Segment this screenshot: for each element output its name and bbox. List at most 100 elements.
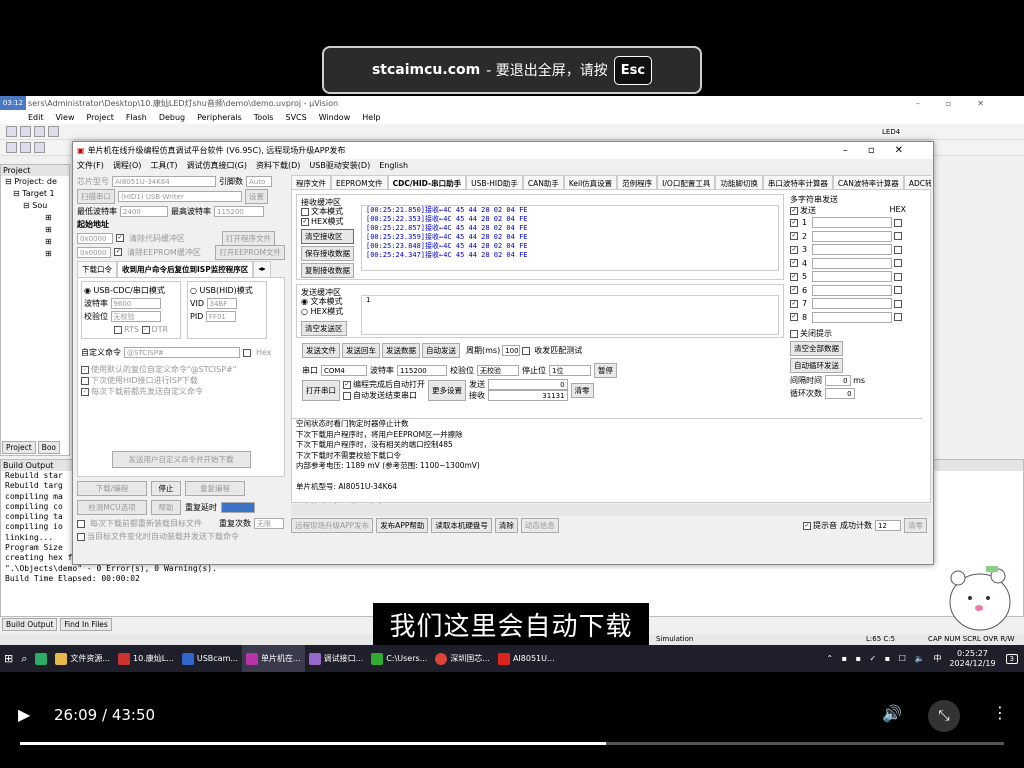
rx-hex-checkbox[interactable]: ✓ [301, 217, 309, 226]
multi-row-input[interactable] [812, 257, 892, 269]
tree-target[interactable]: ⊟ Target 1 [5, 188, 69, 200]
multi-row-checkbox[interactable]: ✓ [790, 286, 798, 295]
auto-send-button[interactable]: 自动发送 [422, 343, 460, 358]
tree-file[interactable]: ⊞ [5, 248, 69, 260]
multi-row-hex-checkbox[interactable] [894, 313, 902, 322]
taskbar-isp[interactable]: 单片机在... [242, 645, 305, 672]
option-checkbox[interactable] [81, 376, 89, 385]
start-button[interactable]: ⊞ [0, 645, 17, 672]
option-checkbox[interactable]: ✓ [81, 387, 89, 396]
taskbar-explorer[interactable]: 文件资源... [51, 645, 114, 672]
tab-scroll-arrows[interactable]: ◂▸ [253, 261, 271, 277]
menu-peripherals[interactable]: Peripherals [197, 113, 242, 122]
repeat-delay-select[interactable] [221, 502, 255, 513]
min-baud-select[interactable]: 2400 [120, 206, 168, 217]
search-icon[interactable]: ⌕ [17, 645, 31, 672]
multi-row-hex-checkbox[interactable] [894, 259, 902, 268]
multi-row-checkbox[interactable]: ✓ [790, 218, 798, 227]
menu-debug[interactable]: Debug [159, 113, 185, 122]
parity-select[interactable]: 无校验 [110, 311, 161, 322]
repeat-program-button[interactable]: 重复编程 [185, 481, 245, 496]
auto-close-checkbox[interactable] [343, 391, 351, 400]
multi-row-checkbox[interactable]: ✓ [790, 313, 798, 322]
taskbar-pdf[interactable]: AI8051U... [494, 645, 559, 672]
rx-clear-button[interactable]: 清空接收区 [301, 229, 354, 244]
multi-row-checkbox[interactable]: ✓ [790, 245, 798, 254]
multi-row-hex-checkbox[interactable] [894, 245, 902, 254]
rebuild-icon[interactable] [20, 142, 31, 153]
hid-mode-radio[interactable]: ○ [190, 286, 197, 295]
clear-counts-button[interactable]: 清零 [570, 382, 594, 398]
help-button[interactable]: 帮助 [151, 500, 181, 515]
send-custom-cmd-button[interactable]: 发送用户自定义命令并开始下载 [111, 451, 251, 468]
clear-all-button[interactable]: 清空全部数据 [790, 341, 843, 356]
multi-row-checkbox[interactable]: ✓ [790, 232, 798, 241]
ime-indicator[interactable]: 中 [933, 653, 941, 664]
isp-menu-usb-driver[interactable]: USB驱动安装(D) [309, 160, 370, 171]
match-checkbox[interactable] [522, 346, 531, 355]
cut-icon[interactable] [48, 126, 59, 137]
baud-select[interactable]: 9600 [110, 298, 161, 309]
port-setting-button[interactable]: 设置 [245, 189, 268, 204]
dynamic-info-button[interactable]: 动态信息 [520, 518, 559, 533]
open-file-icon[interactable] [20, 126, 31, 137]
pin-select[interactable]: Auto [246, 176, 272, 187]
eeprom-addr-input[interactable]: 0x0000 [77, 246, 112, 258]
clear-log-button[interactable]: 清除 [494, 518, 518, 533]
clear-eeprom-checkbox[interactable]: ✓ [114, 248, 123, 256]
period-input[interactable]: 100 [502, 345, 521, 356]
multi-row-input[interactable] [812, 217, 892, 229]
auto-load-checkbox[interactable] [77, 532, 85, 541]
auto-open-checkbox[interactable]: ✓ [343, 380, 351, 389]
tree-project[interactable]: ⊟ Project: de [5, 176, 69, 188]
download-program-button[interactable]: 下载/编程 [77, 481, 147, 496]
serial-parity-select[interactable]: 无校验 [477, 365, 519, 376]
send-file-button[interactable]: 发送文件 [302, 343, 340, 358]
vid-input[interactable]: 34BF [206, 298, 237, 309]
cdc-mode-radio[interactable]: ◉ [84, 286, 91, 295]
open-eeprom-button[interactable]: 打开EEPROM文件 [215, 244, 286, 260]
multi-row-hex-checkbox[interactable] [894, 272, 902, 281]
tab-reset-to-isp[interactable]: 收到用户命令后复位到ISP监控程序区 [117, 261, 254, 277]
code-addr-input[interactable]: 0x0000 [77, 232, 113, 244]
tx-text-radio[interactable]: ◉ [301, 297, 308, 306]
tree-file[interactable]: ⊞ [5, 212, 69, 224]
dtr-checkbox[interactable]: ✓ [141, 325, 150, 334]
menu-svcs[interactable]: SVCS [285, 113, 306, 122]
multi-row-input[interactable] [812, 271, 892, 283]
download-icon[interactable] [34, 142, 45, 153]
tree-file[interactable]: ⊞ [5, 236, 69, 248]
max-baud-select[interactable]: 115200 [214, 206, 264, 217]
tab-books[interactable]: Boo [37, 441, 60, 454]
repeat-count-select[interactable]: 无限 [254, 518, 284, 529]
rx-text-checkbox[interactable] [301, 207, 309, 216]
isp-window-controls[interactable]: –▫✕ [843, 145, 923, 156]
multi-send-all-checkbox[interactable]: ✓ [790, 206, 798, 215]
menu-view[interactable]: View [56, 113, 75, 122]
chip-select[interactable]: AI8051U-34K64 [112, 176, 216, 187]
rx-textarea[interactable]: [00:25:21.850]接收←4C 45 44 28 02 04 FE [00… [361, 205, 779, 271]
remote-upgrade-button[interactable]: 远程现场升级APP发布 [291, 518, 374, 533]
clear-code-checkbox[interactable]: ✓ [116, 234, 124, 242]
progress-track[interactable] [20, 742, 1004, 745]
interval-input[interactable]: 0 [824, 375, 851, 386]
multi-row-input[interactable] [812, 230, 892, 242]
rts-checkbox[interactable] [114, 325, 122, 334]
multi-row-hex-checkbox[interactable] [894, 286, 902, 295]
isp-menu-download[interactable]: 资料下载(D) [256, 160, 300, 171]
read-disk-id-button[interactable]: 读取本机硬盘号 [431, 518, 492, 533]
exit-fullscreen-icon[interactable]: ⤡ [928, 700, 960, 732]
isp-menu-program[interactable]: 调程(O) [113, 160, 142, 171]
port-select[interactable]: (HID1) USB-Writer [118, 191, 242, 202]
menu-edit[interactable]: Edit [28, 113, 44, 122]
stop-bit-select[interactable]: 1位 [549, 365, 591, 376]
send-return-button[interactable]: 发送回车 [342, 343, 380, 358]
menu-flash[interactable]: Flash [126, 113, 147, 122]
send-data-button[interactable]: 发送数据 [382, 343, 420, 358]
serial-baud-select[interactable]: 115200 [397, 365, 447, 376]
open-port-button[interactable]: 打开串口 [302, 379, 340, 401]
isp-menu-debug[interactable]: 调试仿真接口(G) [187, 160, 247, 171]
tx-textarea[interactable]: 1 [361, 295, 779, 335]
tab-find-in-files[interactable]: Find In Files [60, 618, 112, 631]
taskbar-chrome[interactable]: 深圳国芯... [431, 645, 494, 672]
